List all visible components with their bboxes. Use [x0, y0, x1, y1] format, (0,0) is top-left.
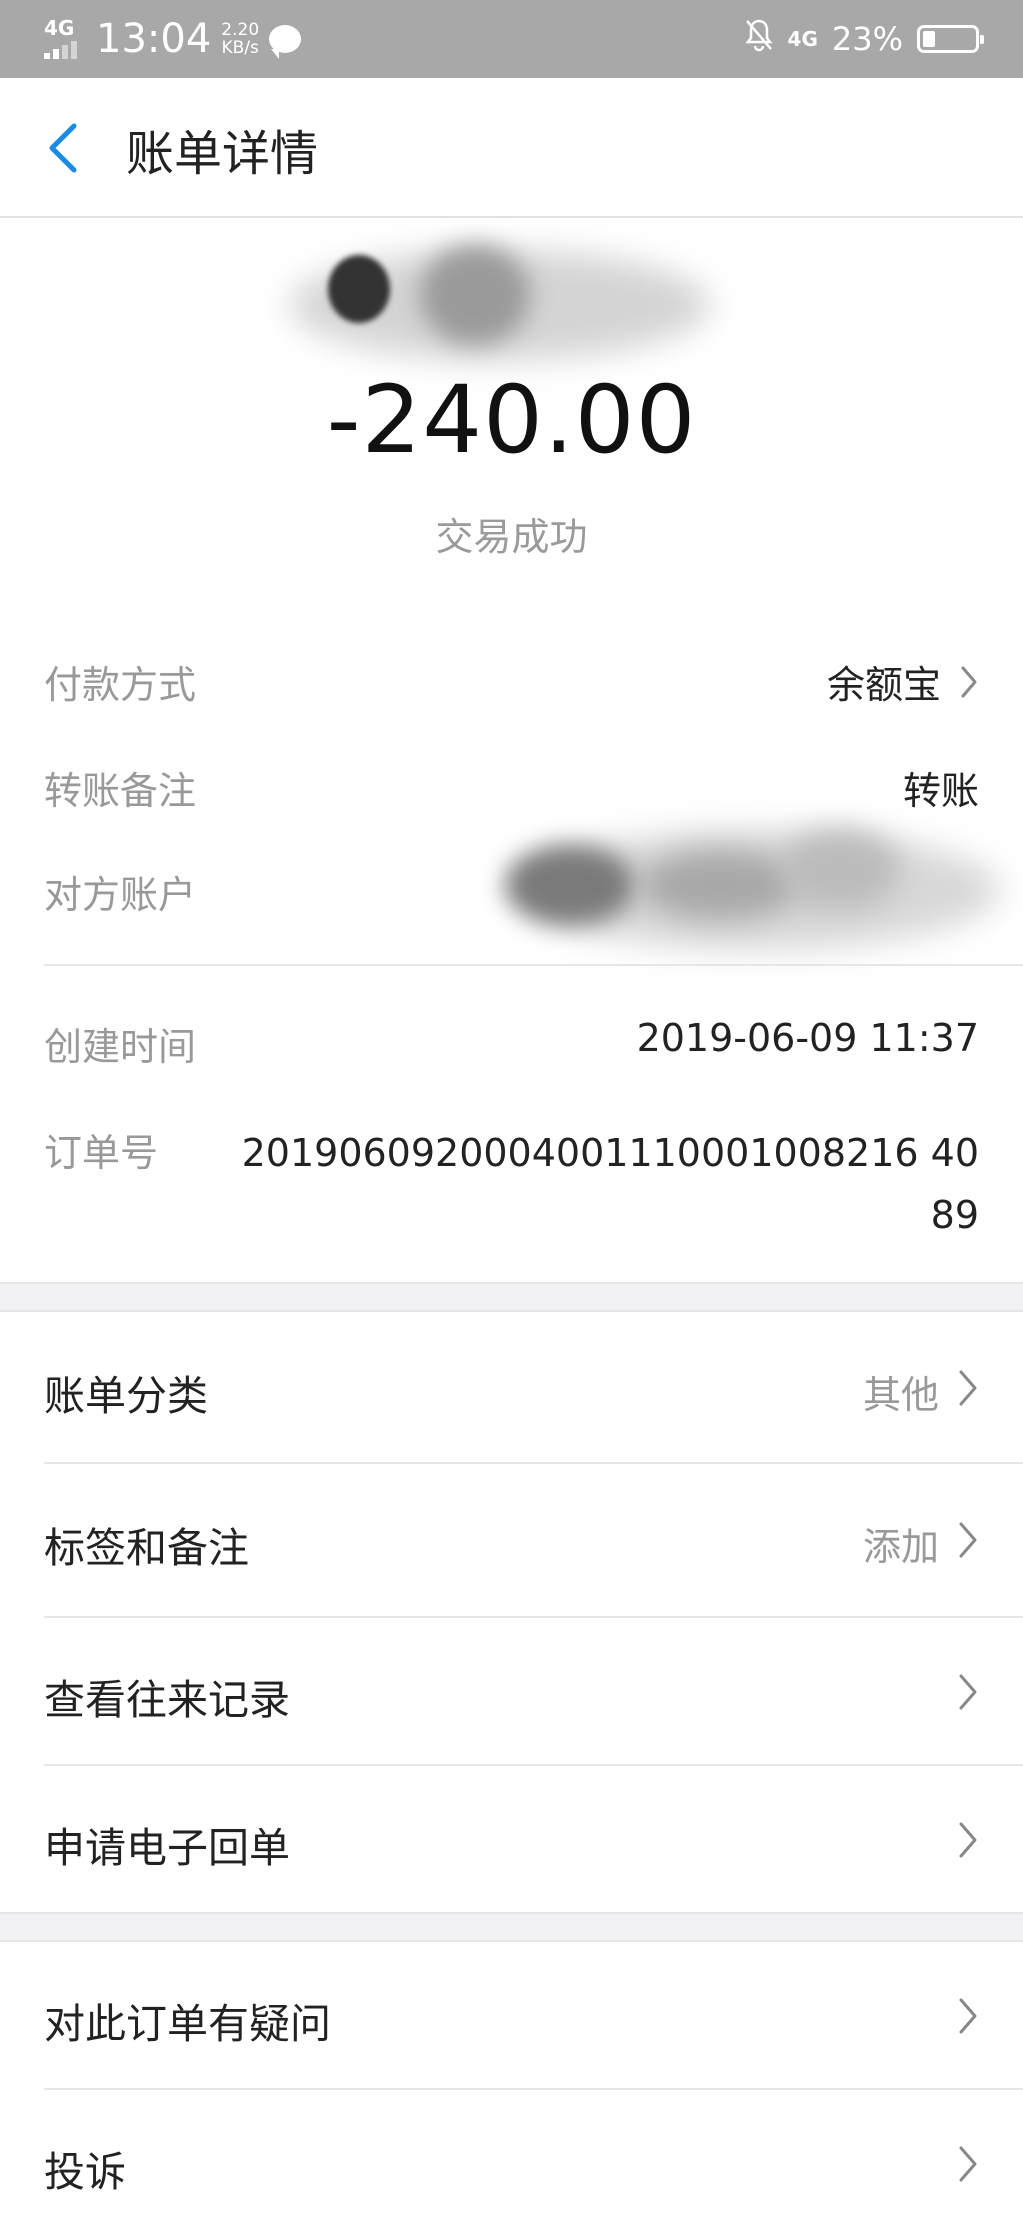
chevron-right-icon — [959, 1822, 977, 1858]
network-type: 4G — [787, 27, 818, 51]
created-time-row: 创建时间 2019-06-09 11:37 — [44, 1016, 979, 1069]
chevron-right-icon — [959, 1522, 977, 1558]
message-icon — [269, 25, 302, 59]
transaction-status: 交易成功 — [435, 515, 588, 559]
bill-category-value: 其他 — [862, 1373, 939, 1417]
menu-item-order-question[interactable]: 对此订单有疑问 — [0, 1942, 1023, 2088]
section-gap — [0, 1282, 1023, 1312]
details-divider — [44, 964, 1023, 966]
signal-icon: 4G — [44, 17, 86, 61]
created-time-value: 2019-06-09 11:37 — [636, 1016, 979, 1060]
chevron-right-icon — [959, 1674, 977, 1710]
chevron-right-icon — [961, 666, 977, 697]
mute-bell-icon — [744, 18, 774, 60]
menu-item-history[interactable]: 查看往来记录 — [0, 1618, 1023, 1764]
chevron-right-icon — [959, 1370, 977, 1406]
transaction-amount: -240.00 — [326, 366, 697, 475]
network-speed: 2.20 KB/s — [221, 20, 260, 58]
section-gap — [0, 1912, 1023, 1942]
menu-item-complaint[interactable]: 投诉 — [0, 2090, 1023, 2236]
payment-method-row[interactable]: 付款方式 余额宝 — [44, 654, 979, 707]
back-button[interactable] — [40, 118, 90, 178]
payment-method-value: 余额宝 — [826, 663, 941, 707]
chevron-right-icon — [959, 2146, 977, 2182]
chevron-right-icon — [959, 1998, 977, 2034]
battery-percent: 23% — [831, 20, 903, 58]
menu-item-e-receipt[interactable]: 申请电子回单 — [0, 1766, 1023, 1912]
order-no-value[interactable]: 2019060920004001110001008216 4089 — [239, 1122, 979, 1246]
nav-bar: 账单详情 — [0, 78, 1023, 218]
page-title: 账单详情 — [126, 126, 319, 182]
menu-item-tags-notes[interactable]: 标签和备注 添加 — [0, 1464, 1023, 1616]
transfer-note-value: 转账 — [902, 769, 979, 813]
battery-icon — [917, 25, 984, 53]
chevron-left-icon — [49, 123, 77, 173]
transfer-note-row: 转账备注 转账 — [44, 760, 979, 813]
status-bar: 4G 13:04 2.20 KB/s 4G 23% — [0, 0, 1023, 78]
tags-notes-value: 添加 — [862, 1525, 939, 1569]
status-time: 13:04 — [96, 16, 212, 62]
menu-item-bill-category[interactable]: 账单分类 其他 — [0, 1312, 1023, 1462]
